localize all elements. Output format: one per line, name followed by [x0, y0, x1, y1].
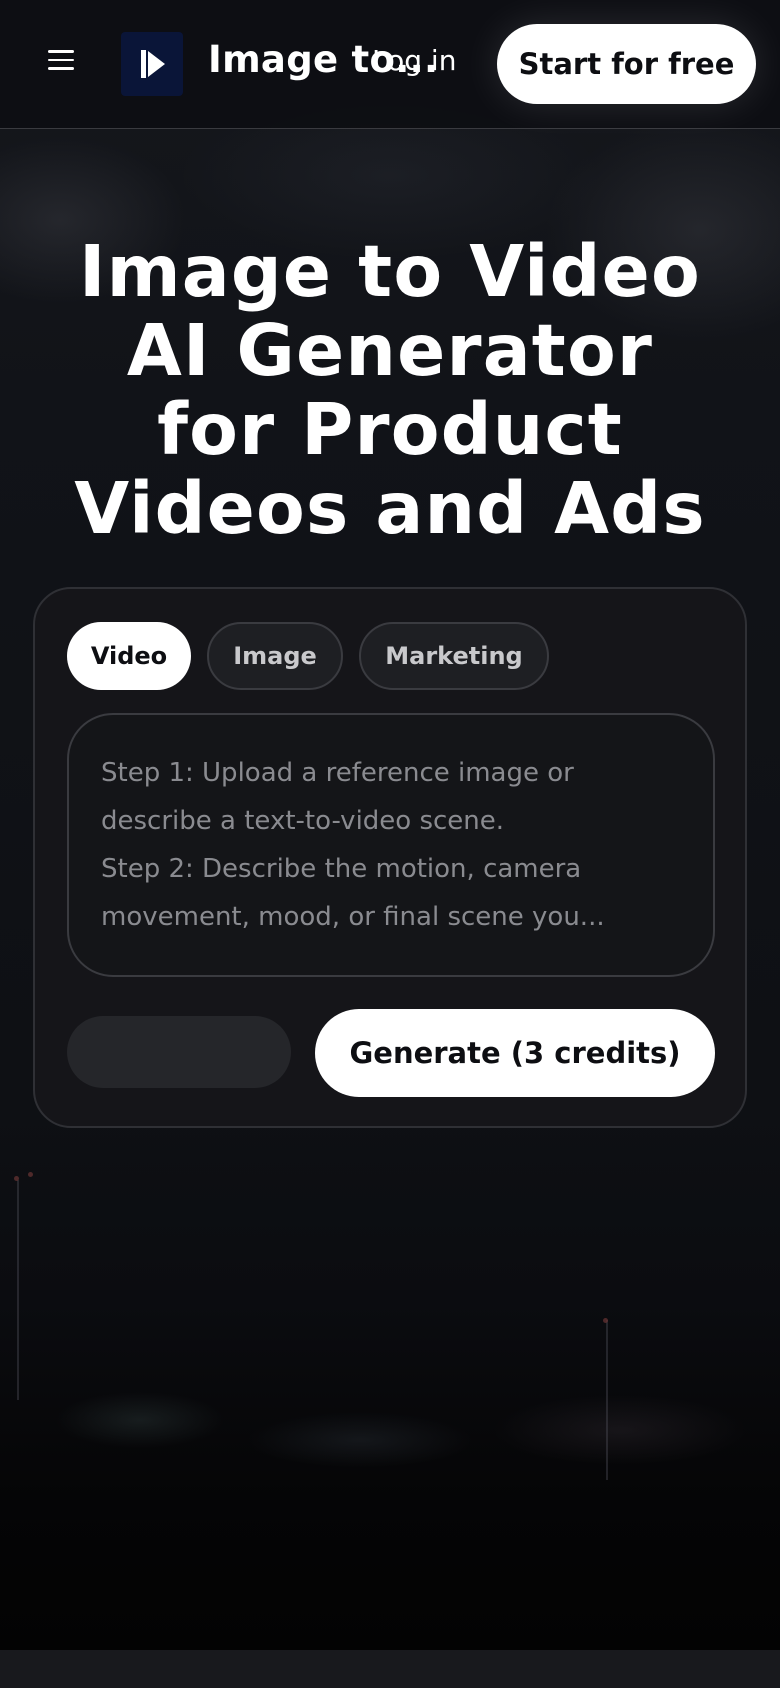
tab-video[interactable]: Video — [67, 622, 191, 690]
generate-button[interactable]: Generate (3 credits) — [315, 1009, 715, 1097]
hero-title-line: for Product — [157, 388, 623, 471]
prompt-placeholder-line: movement, mood, or final scene you... — [101, 902, 605, 932]
prompt-placeholder-line: describe a text-to-video scene. — [101, 806, 505, 836]
tab-image[interactable]: Image — [207, 622, 343, 690]
hero-title-line: Image to Video — [78, 230, 702, 313]
login-link[interactable]: Log in — [372, 44, 456, 77]
play-logo-icon[interactable] — [121, 32, 183, 96]
hamburger-menu-icon[interactable] — [48, 50, 74, 72]
hero-title-line: AI Generator — [126, 309, 654, 392]
options-selector[interactable] — [67, 1016, 291, 1088]
prompt-input[interactable]: Step 1: Upload a reference image or desc… — [67, 713, 715, 977]
hero-title-line: Videos and Ads — [74, 467, 706, 550]
tab-marketing[interactable]: Marketing — [359, 622, 549, 690]
footer-strip — [0, 1650, 780, 1688]
prompt-placeholder-line: Step 2: Describe the motion, camera — [101, 854, 582, 884]
prompt-placeholder-line: Step 1: Upload a reference image or — [101, 758, 574, 788]
city-background-image — [0, 1172, 780, 1500]
top-nav: Image to... Log in Start for free — [0, 0, 780, 129]
generator-card: Video Image Marketing Step 1: Upload a r… — [33, 587, 747, 1128]
start-for-free-button[interactable]: Start for free — [497, 24, 756, 104]
hero-title: Image to Video AI Generator for Product … — [40, 232, 740, 548]
